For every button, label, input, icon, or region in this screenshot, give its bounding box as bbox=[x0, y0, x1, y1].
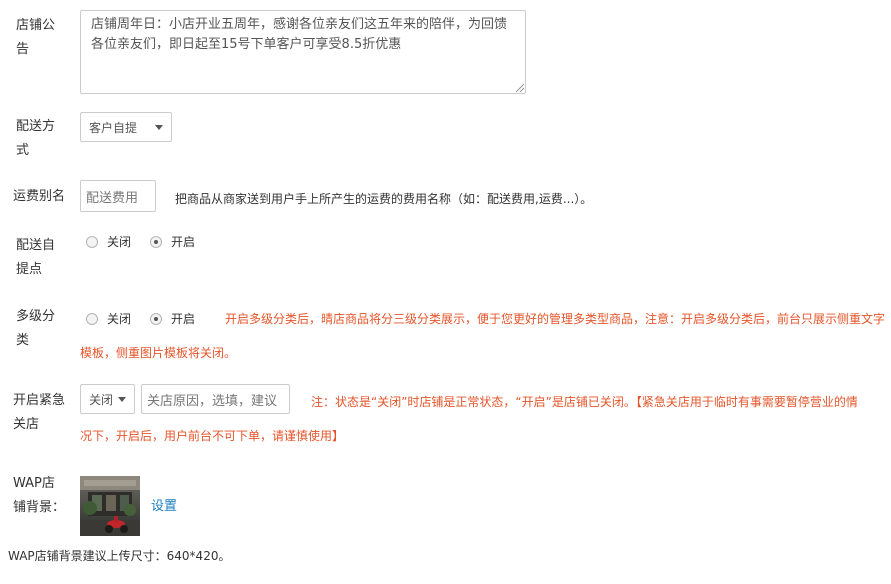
multi-category-note-line1: 开启多级分类后，晴店商品将分三级分类展示，便于您更好的管理多类型商品，注意：开启… bbox=[225, 312, 886, 326]
shipping-alias-input[interactable]: 配送费用 bbox=[80, 180, 156, 212]
shipping-alias-hint: 把商品从商家送到用户手上所产生的运费的费用名称（如：配送费用,运费...）。 bbox=[175, 192, 593, 206]
multi-category-off-radio[interactable] bbox=[86, 313, 98, 325]
close-reason-input[interactable]: 关店原因，选填，建议 bbox=[141, 384, 290, 414]
delivery-label-line1: 配送方 bbox=[16, 119, 56, 134]
pickup-point-label-line2: 提点 bbox=[16, 262, 43, 277]
notice-textarea[interactable]: 店铺周年日：小店开业五周年，感谢各位亲友们这五年来的陪伴，为回馈各位亲友们，即日… bbox=[80, 10, 526, 94]
wap-background-label: WAP店 铺背景： bbox=[13, 472, 65, 520]
resize-grip-icon[interactable] bbox=[516, 84, 524, 92]
close-reason-placeholder: 关店原因，选填，建议 bbox=[147, 393, 278, 409]
wap-background-size-hint: WAP店铺背景建议上传尺寸：640*420。 bbox=[8, 549, 231, 563]
delivery-label-line2: 式 bbox=[16, 143, 30, 158]
pickup-point-on-label[interactable]: 开启 bbox=[171, 235, 195, 249]
wap-background-label-line1: WAP店 bbox=[13, 476, 55, 491]
notice-label: 店铺公 告 bbox=[16, 14, 55, 62]
notice-label-line2: 告 bbox=[16, 42, 30, 57]
wap-background-thumbnail bbox=[80, 476, 140, 536]
delivery-label: 配送方 式 bbox=[16, 115, 55, 163]
multi-category-label-line1: 多级分 bbox=[16, 309, 56, 324]
shipping-alias-label: 运费别名 bbox=[13, 189, 66, 204]
chevron-down-icon bbox=[155, 125, 163, 130]
wap-background-label-line2: 铺背景： bbox=[13, 500, 66, 515]
notice-text: 店铺周年日：小店开业五周年，感谢各位亲友们这五年来的陪伴，为回馈各位亲友们，即日… bbox=[91, 17, 508, 52]
emergency-close-label: 开启紧急 关店 bbox=[13, 389, 65, 437]
emergency-close-note-line1: 注：状态是“关闭”时店铺是正常状态，“开启”是店铺已关闭。【紧急关店用于临时有事… bbox=[311, 395, 858, 409]
multi-category-on-label[interactable]: 开启 bbox=[171, 312, 195, 326]
pickup-point-label-line1: 配送自 bbox=[16, 238, 56, 253]
notice-label-line1: 店铺公 bbox=[16, 18, 56, 33]
pickup-point-label: 配送自 提点 bbox=[16, 234, 55, 282]
emergency-close-select[interactable]: 关闭 bbox=[80, 384, 135, 414]
chevron-down-icon bbox=[118, 397, 126, 402]
multi-category-label-line2: 类 bbox=[16, 333, 30, 348]
emergency-close-label-line1: 开启紧急 bbox=[13, 393, 66, 408]
pickup-point-off-radio[interactable] bbox=[86, 236, 98, 248]
multi-category-off-label[interactable]: 关闭 bbox=[107, 312, 131, 326]
emergency-close-value: 关闭 bbox=[89, 392, 114, 407]
multi-category-label: 多级分 类 bbox=[16, 305, 55, 353]
pickup-point-off-label[interactable]: 关闭 bbox=[107, 235, 131, 249]
delivery-method-select[interactable]: 客户自提 bbox=[80, 112, 172, 142]
multi-category-note-line2: 模板，侧重图片模板将关闭。 bbox=[80, 346, 237, 360]
pickup-point-on-radio[interactable] bbox=[150, 236, 162, 248]
delivery-method-value: 客户自提 bbox=[89, 120, 138, 135]
shipping-alias-placeholder: 配送费用 bbox=[86, 190, 139, 206]
multi-category-on-radio[interactable] bbox=[150, 313, 162, 325]
wap-background-set-link[interactable]: 设置 bbox=[151, 499, 177, 515]
emergency-close-note-line2: 况下，开启后，用户前台不可下单，请谨慎使用】 bbox=[80, 429, 345, 443]
storefront-image-icon bbox=[80, 476, 140, 536]
emergency-close-label-line2: 关店 bbox=[13, 417, 40, 432]
